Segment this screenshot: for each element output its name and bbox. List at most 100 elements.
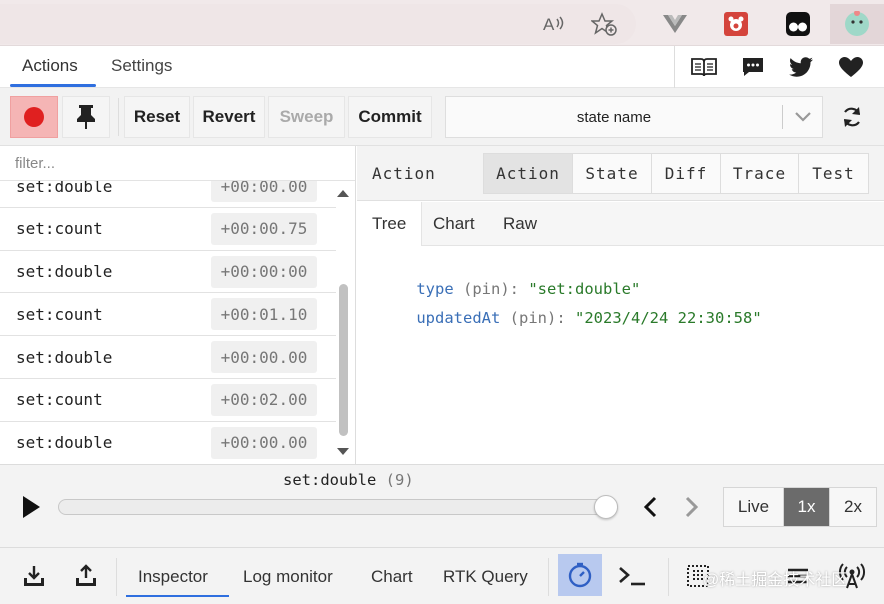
book-icon[interactable] bbox=[690, 55, 718, 79]
speed-live-button[interactable]: Live bbox=[724, 488, 784, 526]
action-list-item[interactable]: set:count +00:02.00 bbox=[0, 379, 336, 422]
previous-action-button[interactable] bbox=[640, 494, 660, 520]
persist-button[interactable] bbox=[62, 96, 110, 138]
action-timestamp: +00:02.00 bbox=[211, 383, 317, 416]
pin-icon bbox=[77, 105, 95, 129]
heart-icon[interactable] bbox=[837, 55, 865, 79]
chevron-left-icon bbox=[643, 496, 657, 518]
browser-toolbar: A bbox=[0, 0, 884, 46]
watermark-text: @稀土掘金技术社区 bbox=[703, 572, 848, 589]
action-list: set:double +00:00.00 set:count +00:00.75 set… bbox=[0, 165, 336, 464]
scrollbar-thumb[interactable] bbox=[339, 284, 348, 436]
chevron-down-icon[interactable] bbox=[790, 105, 816, 129]
action-list-item[interactable]: set:count +00:01.10 bbox=[0, 293, 336, 337]
divider bbox=[118, 98, 119, 136]
action-name: set:double bbox=[16, 433, 113, 453]
tab-actions[interactable]: Actions bbox=[22, 56, 78, 76]
detail-title: Action bbox=[372, 164, 436, 183]
play-icon bbox=[23, 496, 40, 518]
action-toolbar: Reset Revert Sweep Commit state name bbox=[0, 88, 884, 146]
record-icon bbox=[24, 107, 44, 127]
chat-icon[interactable] bbox=[739, 55, 767, 79]
state-name-select[interactable]: state name bbox=[445, 96, 823, 138]
action-timestamp: +00:01.10 bbox=[211, 298, 317, 331]
extension-icon[interactable] bbox=[722, 10, 750, 38]
subtab-raw[interactable]: Raw bbox=[488, 202, 552, 246]
active-tab-indicator bbox=[10, 84, 96, 87]
tree-row-updatedat[interactable]: updatedAt (pin): "2023/4/24 22:30:58" bbox=[379, 291, 762, 345]
action-list-item[interactable]: set:count +00:00.75 bbox=[0, 208, 336, 251]
tab-action[interactable]: Action bbox=[484, 154, 573, 193]
profile-avatar-icon[interactable] bbox=[843, 10, 871, 38]
detail-tab-group: Action State Diff Trace Test bbox=[483, 153, 869, 194]
monitor-tab-inspector[interactable]: Inspector bbox=[138, 567, 208, 587]
tree-pin[interactable]: (pin): bbox=[510, 309, 566, 327]
svg-text:A: A bbox=[543, 15, 555, 34]
sweep-button[interactable]: Sweep bbox=[268, 96, 345, 138]
sync-icon bbox=[843, 107, 861, 127]
action-timestamp: +00:00.00 bbox=[211, 341, 317, 374]
reset-button[interactable]: Reset bbox=[124, 96, 190, 138]
speed-1x-button[interactable]: 1x bbox=[784, 488, 830, 526]
tab-diff[interactable]: Diff bbox=[652, 154, 721, 193]
terminal-icon bbox=[619, 567, 645, 586]
slider-action-name: set:double bbox=[283, 471, 377, 489]
divider bbox=[548, 558, 549, 596]
action-list-item[interactable]: set:double +00:00.00 bbox=[0, 422, 336, 464]
next-action-button[interactable] bbox=[682, 494, 702, 520]
speed-2x-button[interactable]: 2x bbox=[830, 488, 876, 526]
tampermonkey-icon[interactable] bbox=[784, 10, 812, 38]
read-aloud-icon[interactable]: A bbox=[540, 10, 568, 38]
slider-handle[interactable] bbox=[594, 495, 618, 519]
action-list-scrollbar[interactable] bbox=[336, 184, 350, 464]
action-timestamp: +00:00.75 bbox=[211, 212, 317, 245]
devtools-tab-row: Actions Settings bbox=[0, 46, 884, 88]
terminal-button[interactable] bbox=[612, 556, 652, 596]
commit-button[interactable]: Commit bbox=[348, 96, 432, 138]
slider-current-action: set:double (9) bbox=[283, 471, 414, 489]
favorites-star-icon[interactable] bbox=[590, 10, 618, 38]
divider bbox=[668, 558, 669, 596]
monitor-tab-log-monitor[interactable]: Log monitor bbox=[243, 567, 333, 587]
monitor-tab-chart[interactable]: Chart bbox=[371, 567, 413, 587]
chevron-right-icon bbox=[685, 496, 699, 518]
upload-icon bbox=[76, 564, 96, 586]
scroll-up-arrow-icon[interactable] bbox=[337, 190, 349, 197]
divider bbox=[782, 105, 783, 129]
time-travel-slider: set:double (9) Live 1x 2x bbox=[0, 464, 884, 548]
revert-button[interactable]: Revert bbox=[193, 96, 265, 138]
state-select-value: state name bbox=[576, 108, 652, 126]
subtab-tree[interactable]: Tree bbox=[357, 202, 423, 246]
action-name: set:count bbox=[16, 304, 103, 324]
action-list-item[interactable]: set:double +00:00.00 bbox=[0, 336, 336, 379]
filter-input[interactable] bbox=[0, 146, 355, 181]
export-button[interactable] bbox=[66, 556, 106, 596]
action-list-item[interactable]: set:double +00:00:00 bbox=[0, 251, 336, 294]
tree-key: updatedAt bbox=[416, 309, 501, 327]
action-name: set:double bbox=[16, 347, 113, 367]
detail-subtabs: Tree Chart Raw bbox=[357, 202, 884, 246]
dispatcher-toggle-button[interactable] bbox=[558, 554, 602, 596]
tab-test[interactable]: Test bbox=[799, 154, 868, 193]
tree-value: "2023/4/24 22:30:58" bbox=[575, 309, 762, 327]
tab-settings[interactable]: Settings bbox=[111, 56, 172, 76]
vue-devtools-icon[interactable] bbox=[661, 10, 689, 38]
action-name: set:count bbox=[16, 219, 103, 239]
play-button[interactable] bbox=[18, 493, 44, 521]
subtab-chart[interactable]: Chart bbox=[418, 202, 490, 246]
twitter-icon[interactable] bbox=[788, 55, 816, 79]
slider-track[interactable] bbox=[58, 499, 618, 515]
sync-button[interactable] bbox=[830, 96, 874, 138]
tab-state[interactable]: State bbox=[573, 154, 652, 193]
bottom-toolbar: Inspector Log monitor Chart RTK Query @稀… bbox=[0, 548, 884, 604]
download-icon bbox=[24, 566, 44, 586]
action-timestamp: +00:00.00 bbox=[211, 426, 317, 459]
action-name: set:count bbox=[16, 390, 103, 410]
import-button[interactable] bbox=[14, 556, 54, 596]
slider-action-count: (9) bbox=[385, 471, 414, 489]
tab-trace[interactable]: Trace bbox=[721, 154, 799, 193]
record-button[interactable] bbox=[10, 96, 58, 138]
action-name: set:double bbox=[16, 262, 113, 282]
scroll-down-arrow-icon[interactable] bbox=[337, 448, 349, 455]
monitor-tab-rtk-query[interactable]: RTK Query bbox=[443, 567, 528, 587]
